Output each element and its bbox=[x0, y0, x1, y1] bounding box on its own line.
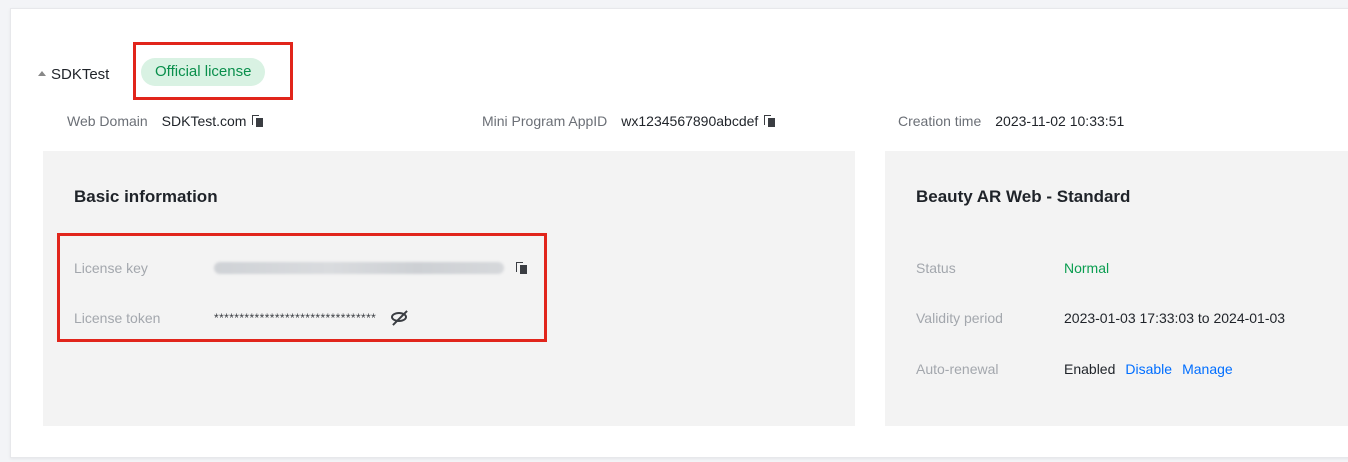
collapse-caret-icon[interactable] bbox=[38, 70, 46, 76]
validity-row: Validity period 2023-01-03 17:33:03 to 2… bbox=[916, 307, 1285, 329]
creation-time-label: Creation time bbox=[898, 113, 982, 129]
web-domain-meta: Web Domain SDKTest.com bbox=[67, 110, 264, 132]
app-name[interactable]: SDKTest bbox=[51, 66, 109, 83]
highlight-box-badge bbox=[133, 42, 293, 100]
disable-link[interactable]: Disable bbox=[1125, 361, 1172, 377]
creation-time-meta: Creation time 2023-11-02 10:33:51 bbox=[898, 110, 1124, 132]
appid-meta: Mini Program AppID wx1234567890abcdef bbox=[482, 110, 776, 132]
copy-icon[interactable] bbox=[764, 114, 776, 128]
appid-label: Mini Program AppID bbox=[482, 113, 608, 129]
manage-link[interactable]: Manage bbox=[1182, 361, 1233, 377]
status-row: Status Normal bbox=[916, 257, 1109, 279]
auto-renewal-label: Auto-renewal bbox=[916, 361, 999, 377]
web-domain-value: SDKTest.com bbox=[161, 113, 247, 129]
copy-icon[interactable] bbox=[252, 114, 264, 128]
appid-value: wx1234567890abcdef bbox=[621, 113, 759, 129]
plan-panel: Beauty AR Web - Standard Status Normal V… bbox=[885, 151, 1348, 426]
validity-label: Validity period bbox=[916, 310, 1003, 326]
status-value: Normal bbox=[1064, 260, 1110, 276]
basic-information-title: Basic information bbox=[74, 187, 218, 206]
auto-renewal-row: Auto-renewal Enabled Disable Manage bbox=[916, 358, 1233, 380]
creation-time-value: 2023-11-02 10:33:51 bbox=[995, 113, 1125, 129]
plan-title: Beauty AR Web - Standard bbox=[916, 187, 1131, 206]
status-label: Status bbox=[916, 260, 956, 276]
app-header: SDKTest bbox=[38, 60, 109, 88]
auto-renewal-value: Enabled bbox=[1064, 361, 1116, 377]
validity-value: 2023-01-03 17:33:03 to 2024-01-03 bbox=[1064, 310, 1286, 326]
web-domain-label: Web Domain bbox=[67, 113, 148, 129]
highlight-box-license bbox=[57, 233, 547, 342]
